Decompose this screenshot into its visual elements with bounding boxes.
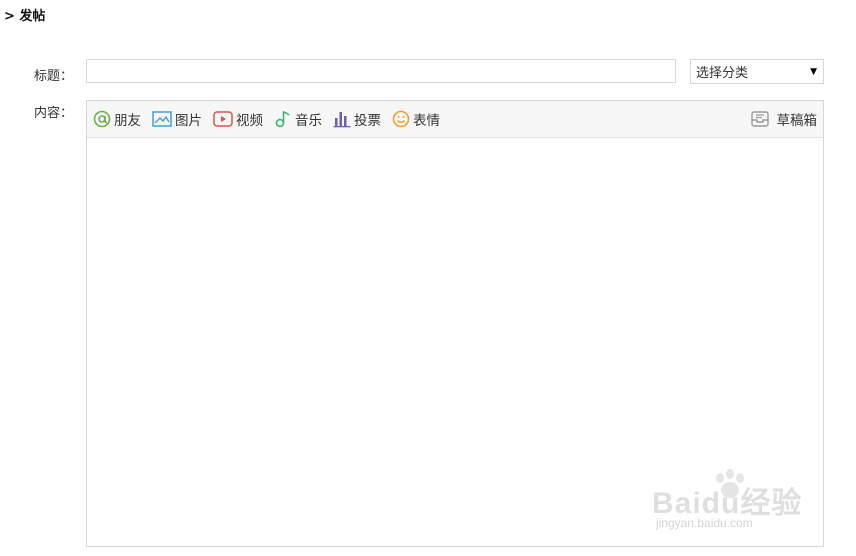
page-title: > 发帖 (4, 9, 46, 24)
content-label: 内容： (34, 106, 74, 121)
toolbar-video-label: 视频 (236, 113, 263, 129)
toolbar-friends-label: 朋友 (114, 113, 141, 129)
music-icon (275, 110, 290, 128)
image-icon (152, 111, 172, 127)
at-icon (93, 110, 111, 128)
content-editor: 朋友 图片 视频 音乐 投票 表情 草稿箱 (86, 100, 824, 547)
drafts-icon (750, 111, 769, 127)
content-textarea[interactable] (87, 138, 823, 546)
toolbar-music-label: 音乐 (295, 113, 322, 129)
editor-toolbar: 朋友 图片 视频 音乐 投票 表情 草稿箱 (87, 101, 823, 138)
toolbar-emoji-label: 表情 (413, 113, 440, 129)
toolbar-music-button[interactable]: 音乐 (274, 109, 322, 129)
video-icon (213, 111, 233, 127)
vote-icon (333, 112, 351, 128)
dropdown-arrow-icon: ▼ (810, 66, 817, 77)
toolbar-drafts-button[interactable]: 草稿箱 (750, 109, 818, 129)
toolbar-image-button[interactable]: 图片 (152, 109, 202, 129)
category-select-value: 选择分类 (696, 66, 749, 81)
toolbar-friends-button[interactable]: 朋友 (93, 109, 141, 129)
title-input[interactable] (86, 59, 676, 83)
toolbar-vote-label: 投票 (354, 113, 381, 129)
title-label: 标题： (34, 69, 74, 84)
toolbar-drafts-label: 草稿箱 (776, 113, 818, 129)
toolbar-emoji-button[interactable]: 表情 (392, 109, 440, 129)
toolbar-image-label: 图片 (175, 113, 202, 129)
emoji-icon (392, 110, 410, 128)
category-select[interactable]: 选择分类 ▼ (690, 59, 824, 84)
toolbar-vote-button[interactable]: 投票 (333, 109, 381, 129)
toolbar-video-button[interactable]: 视频 (213, 109, 263, 129)
